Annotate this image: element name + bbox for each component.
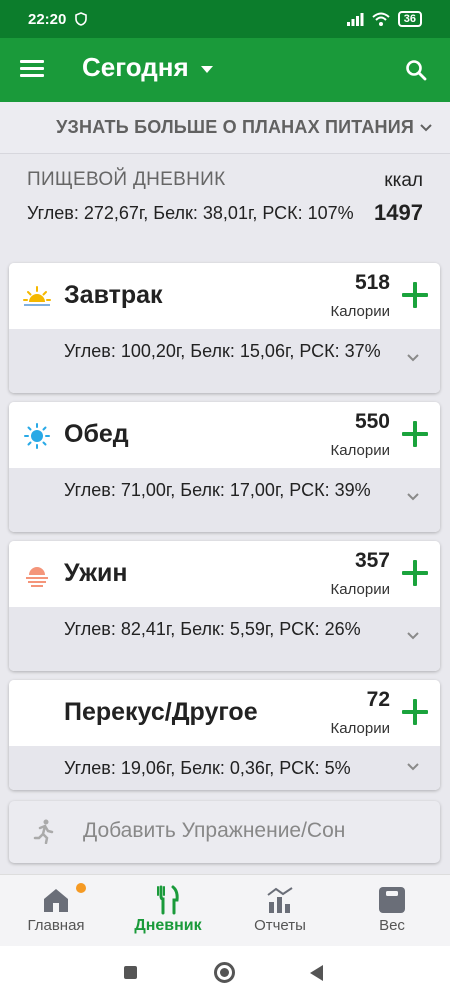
add-exercise-label: Добавить Упражнение/Сон bbox=[83, 819, 346, 842]
meal-calories: 357 bbox=[354, 549, 390, 572]
diary-summary: ПИЩЕВОЙ ДНЕВНИК ккал Углев: 272,67г, Бел… bbox=[0, 155, 450, 260]
nav-reports[interactable]: Отчеты bbox=[224, 875, 336, 947]
nav-label: Главная bbox=[27, 917, 85, 934]
shield-icon bbox=[75, 12, 88, 26]
system-navigation-bar bbox=[0, 946, 450, 1000]
meal-macros-row[interactable]: Углев: 19,06г, Белк: 0,36г, РСК: 5% bbox=[9, 746, 440, 790]
total-calories: 1497 bbox=[374, 200, 423, 225]
status-bar: 22:20 36 bbox=[0, 0, 450, 38]
meal-name: Завтрак bbox=[64, 281, 163, 309]
add-food-button[interactable] bbox=[402, 699, 428, 725]
meal-calories: 72 bbox=[366, 688, 390, 711]
moon-icon bbox=[30, 704, 40, 724]
add-food-button[interactable] bbox=[402, 282, 428, 308]
meal-macros: Углев: 71,00г, Белк: 17,00г, РСК: 39% bbox=[64, 480, 371, 500]
battery-indicator: 36 bbox=[397, 11, 422, 27]
add-food-button[interactable] bbox=[402, 560, 428, 586]
nav-diary[interactable]: Дневник bbox=[112, 875, 224, 947]
date-selector[interactable]: Сегодня bbox=[82, 52, 213, 83]
meal-macros-row[interactable]: Углев: 82,41г, Белк: 5,59г, РСК: 26% bbox=[9, 607, 440, 671]
nav-label: Вес bbox=[379, 917, 405, 934]
nav-label: Дневник bbox=[134, 917, 202, 934]
signal-icon bbox=[346, 13, 364, 26]
meal-card-lunch: Обед 550 Калории Углев: 71,00г, Белк: 17… bbox=[9, 402, 440, 532]
chevron-down-icon[interactable] bbox=[406, 629, 420, 643]
meal-name: Ужин bbox=[64, 559, 128, 587]
meal-macros: Углев: 100,20г, Белк: 15,06г, РСК: 37% bbox=[64, 341, 381, 361]
meal-macros: Углев: 82,41г, Белк: 5,59г, РСК: 26% bbox=[64, 619, 361, 639]
kcal-unit: ккал bbox=[384, 170, 423, 191]
meal-header[interactable]: Обед 550 Калории bbox=[9, 402, 440, 468]
chevron-down-icon bbox=[200, 66, 213, 73]
calories-label: Калории bbox=[330, 720, 390, 737]
meal-name: Обед bbox=[64, 420, 129, 448]
meal-header[interactable]: Ужин 357 Калории bbox=[9, 541, 440, 607]
status-time: 22:20 bbox=[28, 10, 67, 28]
add-exercise-button[interactable]: Добавить Упражнение/Сон bbox=[9, 801, 440, 863]
sunrise-icon bbox=[23, 286, 51, 306]
meal-name: Перекус/Другое bbox=[64, 698, 258, 726]
meal-plans-link[interactable]: УЗНАТЬ БОЛЬШЕ О ПЛАНАХ ПИТАНИЯ bbox=[0, 102, 450, 154]
meal-plans-label: УЗНАТЬ БОЛЬШЕ О ПЛАНАХ ПИТАНИЯ bbox=[56, 117, 414, 137]
wifi-icon bbox=[372, 12, 390, 26]
sun-icon bbox=[24, 423, 50, 449]
chevron-down-icon[interactable] bbox=[406, 760, 420, 774]
recent-apps-icon[interactable] bbox=[124, 966, 137, 979]
menu-icon[interactable] bbox=[20, 60, 44, 78]
chevron-down-icon[interactable] bbox=[406, 351, 420, 365]
nav-home[interactable]: Главная bbox=[0, 875, 112, 947]
meal-header[interactable]: Перекус/Другое 72 Калории bbox=[9, 680, 440, 746]
meal-card-dinner: Ужин 357 Калории Углев: 82,41г, Белк: 5,… bbox=[9, 541, 440, 671]
sunset-icon bbox=[26, 567, 48, 587]
meal-header[interactable]: Завтрак 518 Калории bbox=[9, 263, 440, 329]
meal-macros: Углев: 19,06г, Белк: 0,36г, РСК: 5% bbox=[64, 758, 351, 778]
meal-macros-row[interactable]: Углев: 100,20г, Белк: 15,06г, РСК: 37% bbox=[9, 329, 440, 393]
back-icon[interactable] bbox=[310, 965, 323, 981]
meal-card-snack: Перекус/Другое 72 Калории Углев: 19,06г,… bbox=[9, 680, 440, 790]
home-icon bbox=[44, 889, 68, 912]
notification-badge bbox=[76, 883, 86, 893]
meal-macros-row[interactable]: Углев: 71,00г, Белк: 17,00г, РСК: 39% bbox=[9, 468, 440, 532]
calories-label: Калории bbox=[330, 442, 390, 459]
cutlery-icon bbox=[157, 885, 179, 915]
calories-label: Калории bbox=[330, 303, 390, 320]
search-icon[interactable] bbox=[404, 58, 428, 82]
bottom-navigation: Главная Дневник Отчеты Вес bbox=[0, 874, 450, 946]
nav-label: Отчеты bbox=[254, 917, 306, 934]
add-food-button[interactable] bbox=[402, 421, 428, 447]
summary-macros: Углев: 272,67г, Белк: 38,01г, РСК: 107% bbox=[27, 203, 354, 223]
meal-calories: 518 bbox=[354, 271, 390, 294]
scale-icon bbox=[379, 887, 405, 913]
page-title: Сегодня bbox=[82, 52, 189, 82]
meal-calories: 550 bbox=[354, 410, 390, 433]
reports-icon bbox=[267, 887, 293, 913]
app-bar: Сегодня bbox=[0, 38, 450, 102]
meal-card-breakfast: Завтрак 518 Калории Углев: 100,20г, Белк… bbox=[9, 263, 440, 393]
home-button-icon[interactable] bbox=[214, 962, 235, 983]
runner-icon bbox=[33, 819, 54, 844]
nav-weight[interactable]: Вес bbox=[336, 875, 448, 947]
chevron-down-icon[interactable] bbox=[406, 490, 420, 504]
calories-label: Калории bbox=[330, 581, 390, 598]
chevron-down-icon bbox=[420, 123, 432, 131]
diary-label: ПИЩЕВОЙ ДНЕВНИК bbox=[27, 169, 226, 190]
